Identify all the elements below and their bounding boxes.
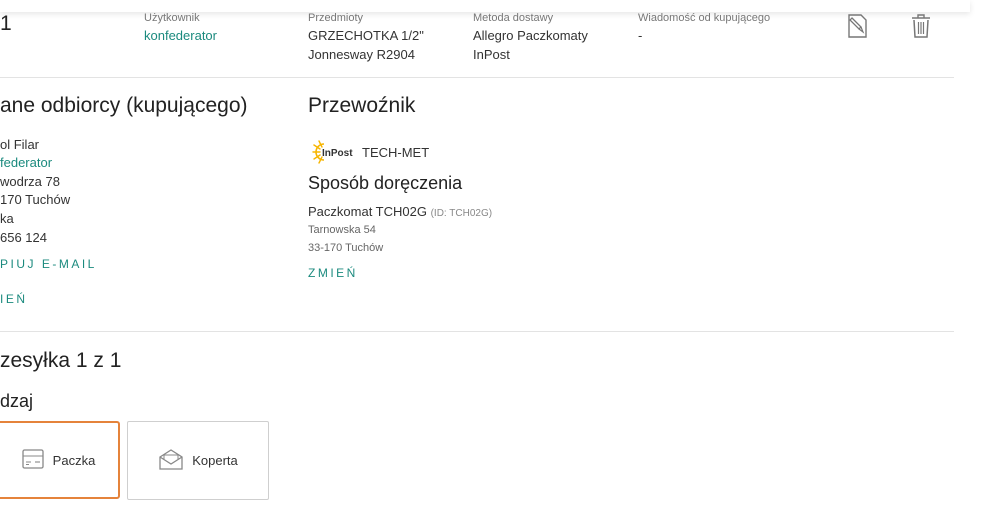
locker-city: 33-170 Tuchów	[308, 242, 384, 254]
copy-email-link[interactable]: PIUJ E-MAIL	[0, 257, 97, 271]
shipment-type-label: dzaj	[0, 391, 34, 411]
carrier-name: TECH-MET	[362, 145, 430, 160]
locker-street: Tarnowska 54	[308, 224, 376, 236]
locker-id: (ID: TCH02G)	[430, 208, 493, 219]
envelope-icon	[158, 447, 184, 474]
buyer-line-phone: 656 124	[0, 230, 47, 245]
user-caption: Użytkownik	[144, 12, 200, 24]
delivery-line-2: InPost	[473, 47, 510, 62]
trash-icon[interactable]	[908, 12, 934, 40]
inpost-logo: InPost	[310, 138, 362, 166]
top-bar-shadow	[0, 0, 970, 12]
carrier-change-link[interactable]: ZMIEŃ	[308, 266, 358, 280]
note-edit-icon[interactable]	[844, 12, 870, 40]
items-caption: Przedmioty	[308, 12, 364, 24]
buyer-line-name: ol Filar	[0, 137, 40, 152]
divider-1	[0, 77, 954, 78]
delivery-caption: Metoda dostawy	[473, 12, 554, 24]
item-line-1: GRZECHOTKA 1/2"	[308, 28, 424, 43]
locker-name: Paczkomat TCH02G	[308, 204, 427, 219]
order-index: 1	[0, 12, 12, 35]
inpost-logo-text: InPost	[322, 148, 353, 159]
option-koperta-label: Koperta	[192, 453, 238, 468]
carrier-title: Przewoźnik	[308, 94, 416, 117]
package-icon	[21, 447, 45, 474]
buyer-line-street: wodrza 78	[0, 174, 60, 189]
buyer-change-link[interactable]: IEŃ	[0, 292, 28, 306]
message-value: -	[638, 28, 643, 43]
divider-2	[0, 331, 954, 332]
delivery-line-1: Allegro Paczkomaty	[473, 28, 588, 43]
buyer-line-country: ka	[0, 211, 14, 226]
shipment-title: zesyłka 1 z 1	[0, 349, 122, 372]
item-line-2: Jonneswaу R2904	[308, 47, 415, 62]
user-link[interactable]: konfederator	[144, 26, 217, 45]
buyer-line-city: 170 Tuchów	[0, 192, 71, 207]
delivery-method-title: Sposób doręczenia	[308, 173, 463, 193]
option-koperta[interactable]: Koperta	[127, 421, 269, 500]
buyer-line-login[interactable]: federator	[0, 153, 52, 172]
message-caption: Wiadomość od kupującego	[638, 12, 771, 24]
option-paczka[interactable]: Paczka	[0, 421, 120, 499]
buyer-title: ane odbiorcy (kupującego)	[0, 94, 248, 117]
option-paczka-label: Paczka	[52, 452, 96, 468]
